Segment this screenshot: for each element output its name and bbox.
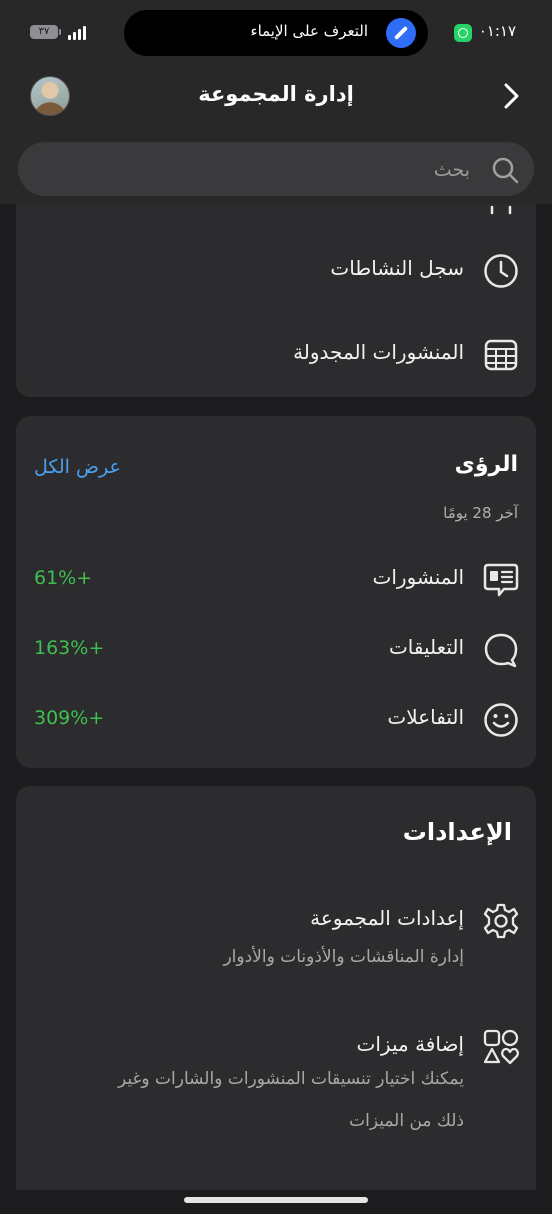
gear-icon [482,902,520,940]
settings-item-label: إعدادات المجموعة [310,906,464,930]
settings-item-desc-line2: ذلك من الميزات [349,1111,464,1131]
island-text: التعرف على الإيماء [250,22,368,40]
stat-row-posts[interactable]: المنشورات 61%+ [16,549,536,609]
search-box[interactable] [18,142,534,198]
page-title: إدارة المجموعة [198,82,354,106]
stat-value: 309%+ [34,707,105,729]
settings-item-desc: إدارة المناقشات والأذونات والأدوار [223,947,464,967]
dynamic-island[interactable]: التعرف على الإيماء [124,10,428,56]
stat-row-reactions[interactable]: التفاعلات 309%+ [16,689,536,749]
stat-value: 163%+ [34,637,105,659]
search-input[interactable] [68,142,472,198]
stat-label: التفاعلات [387,705,464,729]
posts-icon [482,561,520,599]
settings-item-features[interactable]: إضافة ميزات يمكنك اختيار تنسيقات المنشور… [16,1016,536,1166]
status-bar: ٠١:١٧ التعرف على الإيماء ٣٧ [0,0,552,62]
tools-item-label: سجل النشاطات [330,256,464,280]
stat-label: المنشورات [372,565,464,589]
content-scroll[interactable]: سجل النشاطات المنشورات المجدولة الرؤى عر… [0,204,552,1190]
settings-card: الإعدادات إعدادات المجموعة إدارة المناقش… [16,786,536,1190]
settings-item-group[interactable]: إعدادات المجموعة إدارة المناقشات والأذون… [16,890,536,990]
tools-item-scheduled[interactable]: المنشورات المجدولة [16,324,536,384]
shazam-icon [386,18,416,48]
insights-title: الرؤى [454,452,518,477]
smile-icon [482,701,520,739]
status-time: ٠١:١٧ [478,22,516,40]
stat-row-comments[interactable]: التعليقات 163%+ [16,619,536,679]
settings-item-label: إضافة ميزات [356,1032,464,1056]
search-icon [490,155,520,185]
settings-item-desc-line1: يمكنك اختيار تنسيقات المنشورات والشارات … [118,1069,464,1089]
tool-icon [482,204,520,221]
stat-label: التعليقات [388,635,464,659]
whatsapp-icon [454,24,472,42]
partial-row [16,204,536,219]
tools-item-label: المنشورات المجدولة [293,340,464,364]
search-bar [0,134,552,204]
tools-item-activity[interactable]: سجل النشاطات [16,240,536,300]
back-chevron-icon[interactable] [498,82,524,110]
insights-card: الرؤى عرض الكل آخر 28 يومًا المنشورات 61… [16,416,536,768]
stat-value: 61%+ [34,567,93,589]
home-indicator[interactable] [0,1190,552,1214]
settings-title: الإعدادات [402,818,512,846]
tools-card: سجل النشاطات المنشورات المجدولة [16,204,536,397]
clock-icon [482,252,520,290]
battery-icon: ٣٧ [30,25,61,39]
see-all-link[interactable]: عرض الكل [34,456,121,478]
insights-period: آخر 28 يومًا [443,504,518,522]
shapes-icon [482,1028,520,1066]
calendar-icon [482,336,520,374]
comment-icon [482,631,520,669]
signal-icon [68,26,88,40]
nav-bar: إدارة المجموعة [0,62,552,134]
